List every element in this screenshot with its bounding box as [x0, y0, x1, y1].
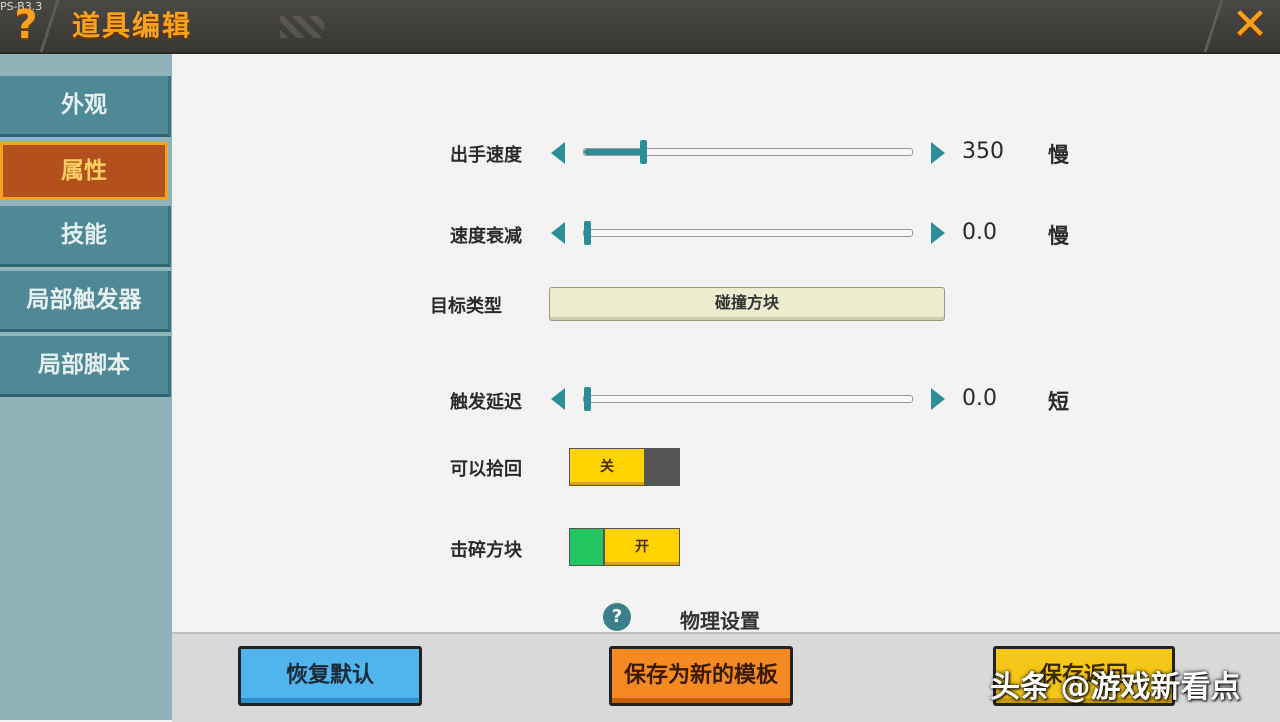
trigger-delay-unit: 短: [1048, 390, 1069, 414]
decorative-stripes: [280, 16, 324, 38]
throw-speed-decrease-icon[interactable]: [551, 142, 565, 164]
help-icon[interactable]: ?: [6, 2, 46, 48]
slider-thumb[interactable]: [584, 221, 591, 245]
sidebar-item-attributes[interactable]: 属性: [0, 142, 168, 200]
watermark: 头条 @游戏新看点: [990, 670, 1241, 705]
sidebar-item-local-scripts[interactable]: 局部脚本: [0, 336, 171, 397]
can-pickup-toggle[interactable]: 关: [569, 448, 680, 486]
sidebar-item-appearance[interactable]: 外观: [0, 76, 171, 137]
divider: [1203, 0, 1224, 52]
page-title: 道具编辑: [72, 9, 193, 42]
throw-speed-label: 出手速度: [450, 145, 522, 166]
top-bar: PS-B3.3 ? 道具编辑 ✕: [0, 0, 1280, 54]
sidebar-item-skills[interactable]: 技能: [0, 206, 171, 267]
speed-decay-decrease-icon[interactable]: [551, 222, 565, 244]
sidebar-item-local-triggers[interactable]: 局部触发器: [0, 271, 171, 332]
sidebar: 外观 属性 技能 局部触发器 局部脚本: [0, 54, 172, 720]
trigger-delay-value: 0.0: [962, 386, 997, 411]
toggle-knob: 开: [604, 528, 680, 566]
throw-speed-increase-icon[interactable]: [931, 142, 945, 164]
speed-decay-label: 速度衰减: [450, 226, 522, 247]
trigger-delay-label: 触发延迟: [450, 392, 522, 413]
toggle-track: [645, 448, 680, 486]
slider-fill: [584, 149, 643, 155]
content-panel: [172, 54, 1280, 632]
close-icon[interactable]: ✕: [1226, 2, 1274, 48]
trigger-delay-decrease-icon[interactable]: [551, 388, 565, 410]
break-blocks-label: 击碎方块: [450, 540, 522, 561]
throw-speed-slider[interactable]: [583, 140, 913, 164]
toggle-knob: 关: [569, 448, 645, 486]
trigger-delay-increase-icon[interactable]: [931, 388, 945, 410]
slider-thumb[interactable]: [640, 140, 647, 164]
throw-speed-unit: 慢: [1048, 143, 1069, 167]
speed-decay-value: 0.0: [962, 220, 997, 245]
slider-thumb[interactable]: [584, 387, 591, 411]
physics-help-icon[interactable]: ?: [603, 603, 631, 631]
can-pickup-label: 可以拾回: [450, 459, 522, 480]
speed-decay-slider[interactable]: [583, 221, 913, 245]
speed-decay-unit: 慢: [1048, 224, 1069, 248]
target-type-label: 目标类型: [430, 296, 502, 317]
save-as-template-button[interactable]: 保存为新的模板: [609, 646, 793, 706]
break-blocks-toggle[interactable]: 开: [569, 528, 680, 566]
physics-settings-title: 物理设置: [680, 609, 760, 633]
throw-speed-value: 350: [962, 139, 1004, 164]
toggle-track: [569, 528, 604, 566]
speed-decay-increase-icon[interactable]: [931, 222, 945, 244]
target-type-select[interactable]: 碰撞方块: [549, 287, 945, 321]
restore-default-button[interactable]: 恢复默认: [238, 646, 422, 706]
trigger-delay-slider[interactable]: [583, 387, 913, 411]
